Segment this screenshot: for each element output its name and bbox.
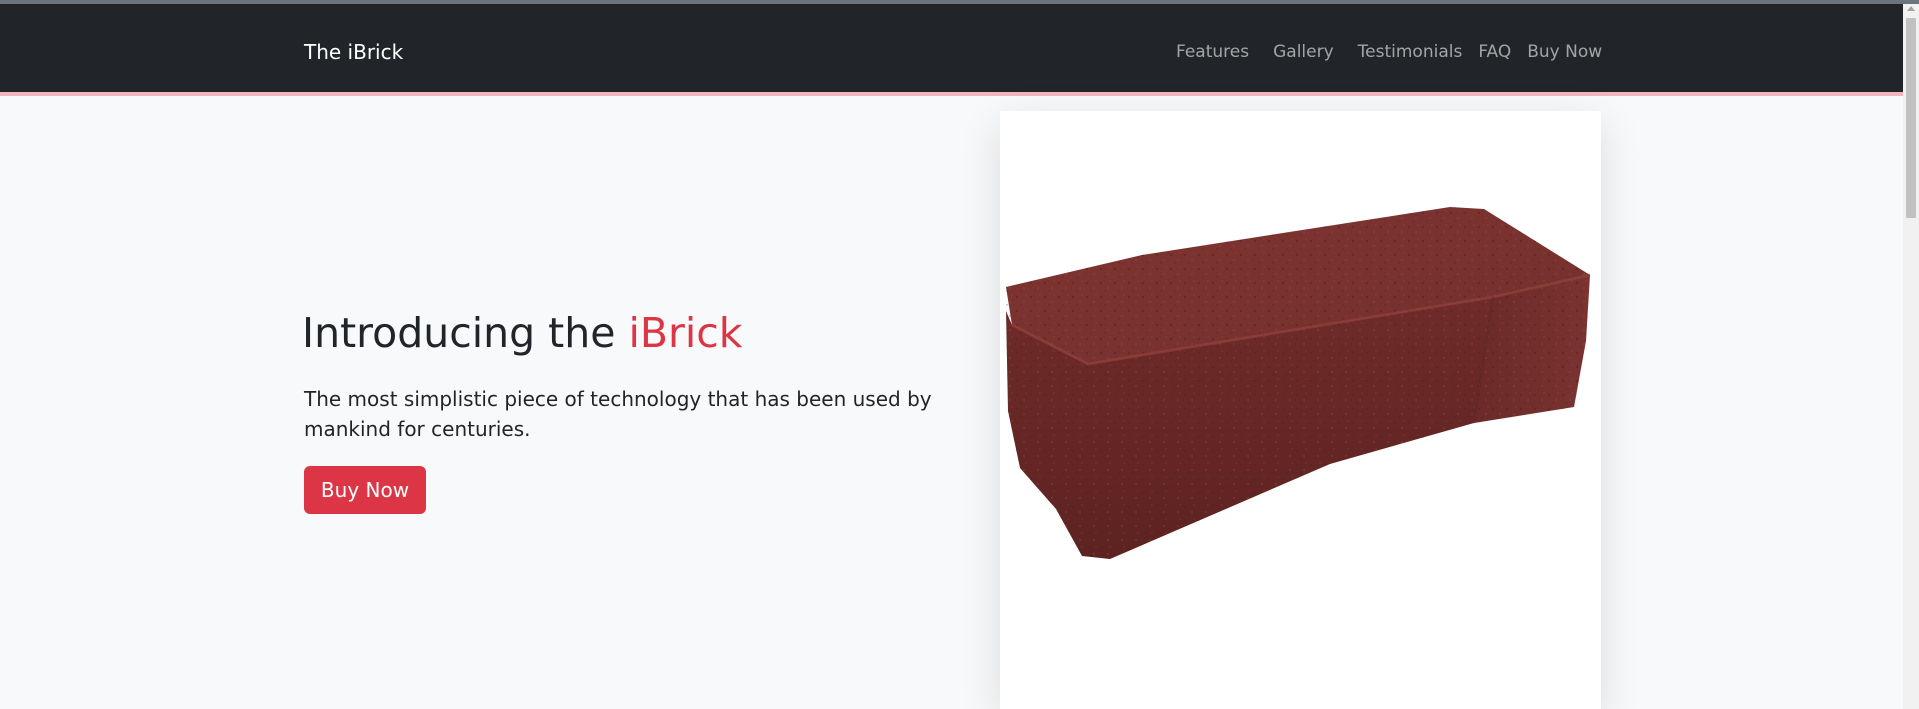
- red-brick-image: [1006, 207, 1591, 559]
- nav-link-buy-now[interactable]: Buy Now: [1527, 41, 1602, 63]
- nav-link-testimonials[interactable]: Testimonials: [1358, 41, 1463, 63]
- nav-links: Features Gallery Testimonials FAQ Buy No…: [1176, 41, 1602, 63]
- hero-title-prefix: Introducing the: [302, 309, 629, 357]
- hero-title: Introducing the iBrick: [302, 307, 743, 359]
- navbar-accent-border: [0, 92, 1903, 96]
- page-scrollbar[interactable]: [1903, 4, 1919, 709]
- hero-title-accent: iBrick: [628, 309, 743, 357]
- navbar: The iBrick Features Gallery Testimonials…: [0, 4, 1903, 92]
- nav-link-gallery[interactable]: Gallery: [1273, 41, 1334, 63]
- scrollbar-thumb[interactable]: [1906, 18, 1916, 218]
- hero-lead: The most simplistic piece of technology …: [304, 387, 932, 441]
- brand-logo-link[interactable]: The iBrick: [304, 40, 403, 64]
- product-image-card: [1000, 111, 1601, 709]
- nav-link-faq[interactable]: FAQ: [1478, 41, 1511, 63]
- nav-link-features[interactable]: Features: [1176, 41, 1249, 63]
- buy-now-button[interactable]: Buy Now: [304, 466, 426, 514]
- scroll-up-arrow-icon[interactable]: [1907, 6, 1915, 11]
